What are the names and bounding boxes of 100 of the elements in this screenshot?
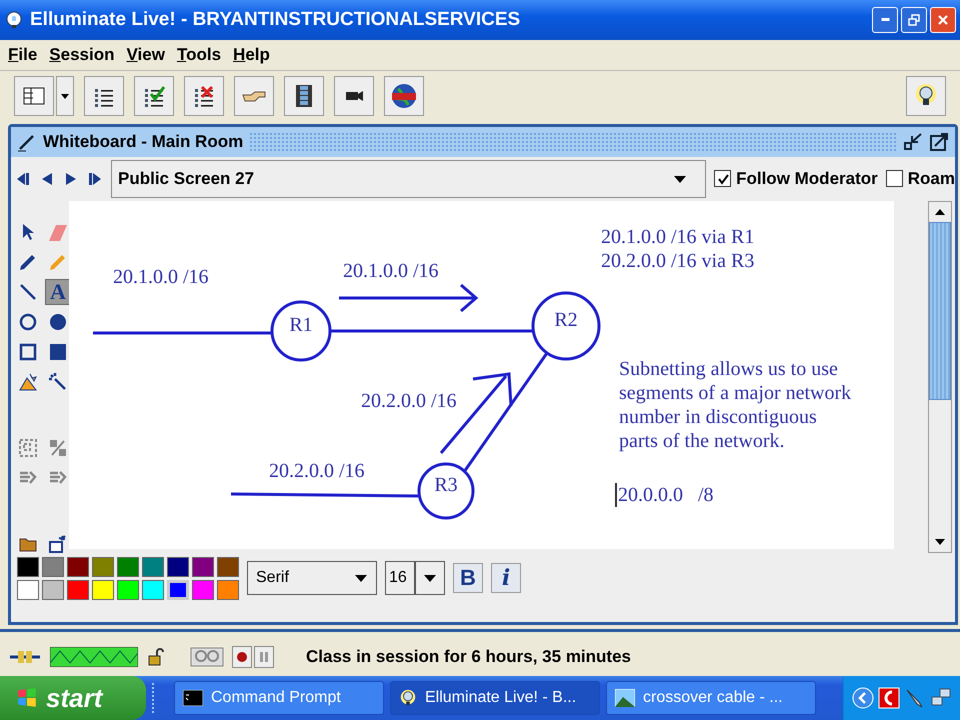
minimize-icon (880, 18, 890, 22)
taskbar-button[interactable]: crossover cable - ... (606, 681, 816, 715)
color-swatch[interactable] (42, 556, 64, 577)
dropdown-button[interactable] (56, 76, 74, 116)
split-icon (48, 438, 68, 458)
caret-icon (423, 573, 437, 584)
bulb-icon (4, 10, 24, 30)
minimize-button[interactable] (872, 6, 898, 33)
record-icon (236, 651, 248, 664)
list-check-button[interactable] (134, 76, 174, 116)
pause-icon (258, 651, 270, 664)
tape-icon[interactable] (190, 646, 224, 668)
color-swatch[interactable] (117, 556, 139, 577)
route-text: 20.2.0.0 /16 via R3 (601, 248, 754, 273)
menu-item[interactable]: Tools (172, 44, 230, 65)
color-swatch[interactable] (67, 556, 89, 577)
taskbar-button[interactable]: Elluminate Live! - B... (390, 681, 600, 715)
menu-item[interactable]: Help (229, 44, 278, 65)
color-swatch[interactable] (192, 556, 214, 577)
route-text: 20.1.0.0 /16 via R1 (601, 224, 754, 249)
bold-button[interactable]: B (453, 563, 483, 594)
status-text: Class in session for 6 hours, 35 minutes (306, 647, 631, 668)
list-x-button[interactable] (184, 76, 224, 116)
first-screen-icon[interactable] (15, 172, 31, 186)
pause-button[interactable] (254, 646, 274, 668)
circle-icon (18, 312, 38, 332)
color-swatch[interactable] (92, 556, 114, 577)
layout-button[interactable] (14, 76, 54, 116)
menu-item[interactable]: View (122, 44, 173, 65)
caret-icon (354, 573, 368, 584)
close-button[interactable] (930, 6, 956, 33)
maximize-icon[interactable] (929, 132, 949, 152)
color-swatch[interactable] (142, 556, 164, 577)
audio-meter-icon (50, 647, 138, 668)
square-icon (18, 342, 38, 362)
network-label: 20.1.0.0 /16 (113, 264, 209, 289)
taskbar-button[interactable]: Command Prompt (174, 681, 384, 715)
image-icon (18, 372, 38, 392)
color-swatch[interactable] (17, 580, 39, 600)
router-node (418, 462, 474, 520)
new-icon (48, 534, 68, 554)
color-swatch[interactable] (142, 580, 164, 600)
windows-logo-icon (16, 687, 38, 709)
landscape-picture-icon (615, 689, 635, 707)
bulb-button[interactable] (906, 76, 946, 116)
node-label: R3 (433, 472, 459, 497)
scroll-up-icon[interactable] (935, 208, 945, 215)
list-button[interactable] (84, 76, 124, 116)
font-dropdown[interactable]: Serif (247, 561, 377, 596)
checkbox[interactable] (886, 170, 903, 188)
disc-icon (48, 312, 68, 332)
option-checkbox[interactable]: Roam (886, 168, 955, 189)
checkbox[interactable] (714, 170, 732, 188)
hand-button[interactable] (234, 76, 274, 116)
router-node (270, 300, 332, 362)
network-label: 20.2.0.0 /16 (361, 388, 457, 413)
color-swatch[interactable] (17, 556, 39, 577)
whiteboard-canvas[interactable] (69, 200, 894, 549)
app-tray-icon[interactable] (878, 687, 900, 709)
undock-icon[interactable] (903, 132, 923, 152)
color-swatch[interactable] (192, 580, 214, 600)
note-text: Subnetting allows us to use segments of a major network number in discontiguous parts of the network. (619, 356, 852, 453)
color-swatch[interactable] (92, 580, 114, 600)
lightbulb-icon (399, 689, 417, 707)
record-button[interactable] (232, 646, 252, 668)
menu-item[interactable]: Session (45, 44, 122, 65)
chevron-left-icon[interactable] (852, 687, 874, 709)
last-screen-icon[interactable] (87, 172, 103, 186)
group-icon (18, 438, 38, 458)
film-button[interactable] (284, 76, 324, 116)
option-checkbox[interactable]: Follow Moderator (714, 168, 878, 189)
block-icon (48, 342, 68, 362)
color-swatch[interactable] (42, 580, 64, 600)
screen-dropdown[interactable]: Public Screen 27 (111, 160, 706, 198)
maximize-button[interactable] (901, 6, 927, 33)
line-icon (18, 282, 38, 302)
caret-icon (60, 91, 70, 102)
font-size-field[interactable]: 16 (385, 561, 415, 596)
italic-button[interactable]: i (491, 563, 521, 594)
camera-button[interactable] (334, 76, 374, 116)
router-node (532, 291, 600, 360)
text-entry[interactable]: 20.0.0.0 /8 (615, 482, 714, 507)
panel-title: Whiteboard - Main Room (43, 132, 244, 152)
color-swatch[interactable] (217, 580, 239, 600)
scroll-down-icon[interactable] (935, 538, 945, 545)
network-label: 20.1.0.0 /16 (343, 258, 439, 283)
color-swatch[interactable] (167, 556, 189, 577)
padlock-icon (146, 647, 166, 668)
dropdown-button[interactable] (415, 561, 445, 596)
color-swatch[interactable] (217, 556, 239, 577)
color-swatch[interactable] (67, 580, 89, 600)
window-title: Elluminate Live! - BRYANTINSTRUCTIONALSERVICES (30, 8, 522, 31)
color-swatch[interactable] (117, 580, 139, 600)
start-button[interactable]: start (0, 676, 146, 720)
wand-icon (48, 372, 68, 392)
globe-button[interactable] (384, 76, 424, 116)
vertical-scrollbar[interactable] (928, 200, 952, 553)
checkmark-icon (716, 172, 729, 185)
text-tool[interactable]: A (45, 278, 71, 305)
menu-item[interactable]: File (4, 44, 46, 65)
